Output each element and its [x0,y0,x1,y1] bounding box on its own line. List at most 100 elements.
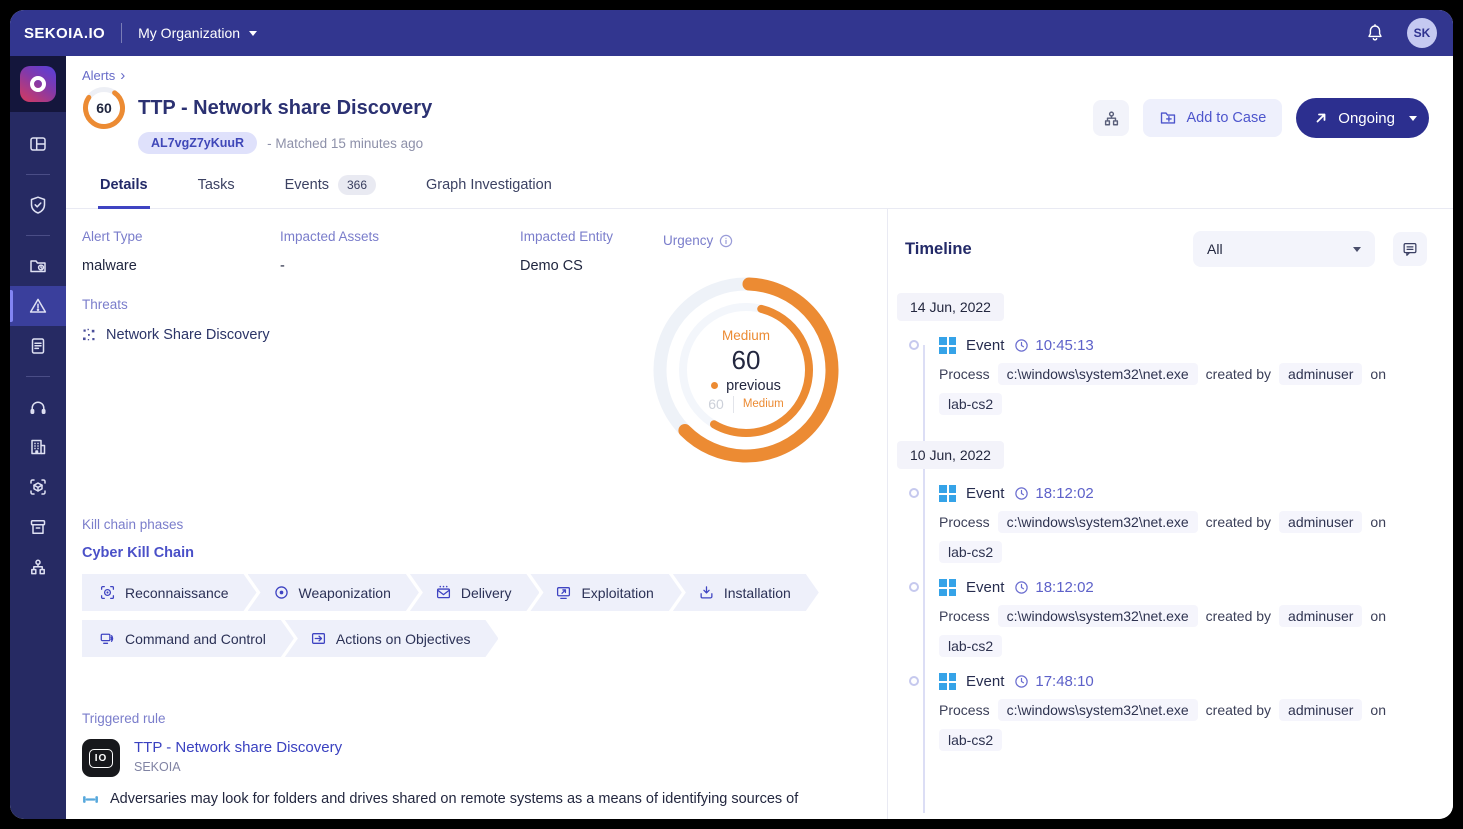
topbar-divider [121,23,122,43]
killchain-name-link[interactable]: Cyber Kill Chain [82,545,832,561]
urgency-previous-level: Medium [743,398,784,410]
sidebar-divider [26,376,50,377]
add-to-case-button[interactable]: Add to Case [1143,99,1282,137]
status-button[interactable]: Ongoing [1296,98,1429,138]
alerts-icon [28,296,48,316]
app-window: SEKOIA.IO My Organization SK [10,10,1453,819]
process-chip[interactable]: c:\windows\system32\net.exe [998,605,1198,627]
event-time: 17:48:10 [1035,673,1093,690]
process-chip[interactable]: c:\windows\system32\net.exe [998,699,1198,721]
user-chip[interactable]: adminuser [1279,699,1362,721]
process-chip[interactable]: c:\windows\system32\net.exe [998,363,1198,385]
killchain-section: Kill chain phases Cyber Kill Chain Recon… [82,517,832,657]
rule-description: Adversaries may look for folders and dri… [82,789,872,810]
timeline-node-icon [909,340,919,350]
events-count-badge: 366 [338,175,376,195]
event-time: 18:12:02 [1035,485,1093,502]
tab-details[interactable]: Details [98,166,150,209]
windows-icon [939,579,956,596]
tab-tasks[interactable]: Tasks [196,166,237,209]
triggered-rule-label: Triggered rule [82,711,166,726]
alert-score-ring: 60 [82,86,126,130]
windows-icon [939,337,956,354]
phase-reconnaissance[interactable]: Reconnaissance [82,574,257,611]
folder-plus-icon [1159,109,1177,127]
sidebar-divider [26,235,50,236]
tab-graph-investigation[interactable]: Graph Investigation [424,166,554,209]
matched-timestamp: - Matched 15 minutes ago [267,136,423,151]
app-logo[interactable] [10,56,66,112]
phase-weaponization[interactable]: Weaponization [248,574,419,611]
graph-view-button[interactable] [1093,100,1129,136]
sidebar-item-rules[interactable] [10,326,66,366]
triggered-rule-card: IO TTP - Network share Discovery SEKOIA [82,739,342,777]
info-icon[interactable] [719,234,733,248]
community-icon [28,557,48,577]
rule-name-link[interactable]: TTP - Network share Discovery [134,739,342,756]
sidebar-item-alerts[interactable] [10,286,66,326]
sidebar-item-operations[interactable] [10,387,66,427]
process-chip[interactable]: c:\windows\system32\net.exe [998,511,1198,533]
clock-icon [1014,580,1029,595]
command-and-control-icon [100,631,115,646]
user-chip[interactable]: adminuser [1279,511,1362,533]
field-impacted-assets: Impacted Assets - [280,229,520,274]
sidebar-item-cases[interactable] [10,246,66,286]
previous-dot-icon [711,382,718,389]
screenshot-frame: SEKOIA.IO My Organization SK [0,0,1463,829]
phase-command-and-control[interactable]: Command and Control [82,620,294,657]
host-chip[interactable]: lab-cs2 [939,541,1002,563]
cases-icon [28,256,48,276]
sidebar-item-dashboard[interactable] [10,124,66,164]
urgency-previous-label: previous [726,378,781,394]
breadcrumb-alerts[interactable]: Alerts [82,68,115,83]
threat-link[interactable]: Network Share Discovery [82,327,270,343]
timeline-event[interactable]: Event 17:48:10 Processc:\windows\system3… [939,673,1435,751]
operations-icon [28,397,48,417]
host-chip[interactable]: lab-cs2 [939,635,1002,657]
sidebar-item-community[interactable] [10,547,66,587]
avatar[interactable]: SK [1407,18,1437,48]
attack-pattern-icon [82,791,99,808]
timeline-line [923,345,925,813]
organization-switcher[interactable]: My Organization [138,25,257,41]
exploitation-icon [556,585,571,600]
timeline-event[interactable]: Event 18:12:02 Processc:\windows\system3… [939,579,1435,657]
rule-vendor: SEKOIA [134,760,342,774]
phase-exploitation[interactable]: Exploitation [530,574,681,611]
field-impacted-entity: Impacted Entity Demo CS [520,229,680,274]
phase-actions-on-objectives[interactable]: Actions on Objectives [285,620,499,657]
alert-id-badge[interactable]: AL7vgZ7yKuuR [138,132,257,154]
tab-events[interactable]: Events366 [283,166,378,209]
brand-logo: SEKOIA.IO [24,25,105,42]
phase-delivery[interactable]: Delivery [410,574,540,611]
comment-icon [1401,240,1419,258]
rules-icon [28,336,48,356]
details-panel: Alert Type malware Impacted Assets - Imp… [66,209,888,819]
breadcrumb[interactable]: Alerts › [82,68,1429,83]
timeline-event[interactable]: Event 18:12:02 Processc:\windows\system3… [939,485,1435,563]
chevron-down-icon [249,31,257,36]
sidebar-item-intelligence[interactable] [10,427,66,467]
timeline-node-icon [909,582,919,592]
timeline-filter-select[interactable]: All [1193,231,1375,267]
timeline-event[interactable]: Event 10:45:13 Processc:\windows\system3… [939,337,1435,415]
comment-button[interactable] [1393,232,1427,266]
intelligence-icon [28,437,48,457]
host-chip[interactable]: lab-cs2 [939,729,1002,751]
user-chip[interactable]: adminuser [1279,363,1362,385]
sidebar-item-sandbox[interactable] [10,467,66,507]
status-label: Ongoing [1338,110,1395,127]
sidebar [10,56,66,819]
timeline-date-chip: 14 Jun, 2022 [897,293,1004,321]
bell-icon[interactable] [1365,23,1385,43]
reconnaissance-icon [100,585,115,600]
sidebar-item-archive[interactable] [10,507,66,547]
urgency-label: Urgency [663,233,733,248]
sidebar-item-detection[interactable] [10,185,66,225]
threat-name: Network Share Discovery [106,327,270,343]
host-chip[interactable]: lab-cs2 [939,393,1002,415]
phase-installation[interactable]: Installation [673,574,819,611]
urgency-level: Medium [722,328,770,343]
user-chip[interactable]: adminuser [1279,605,1362,627]
